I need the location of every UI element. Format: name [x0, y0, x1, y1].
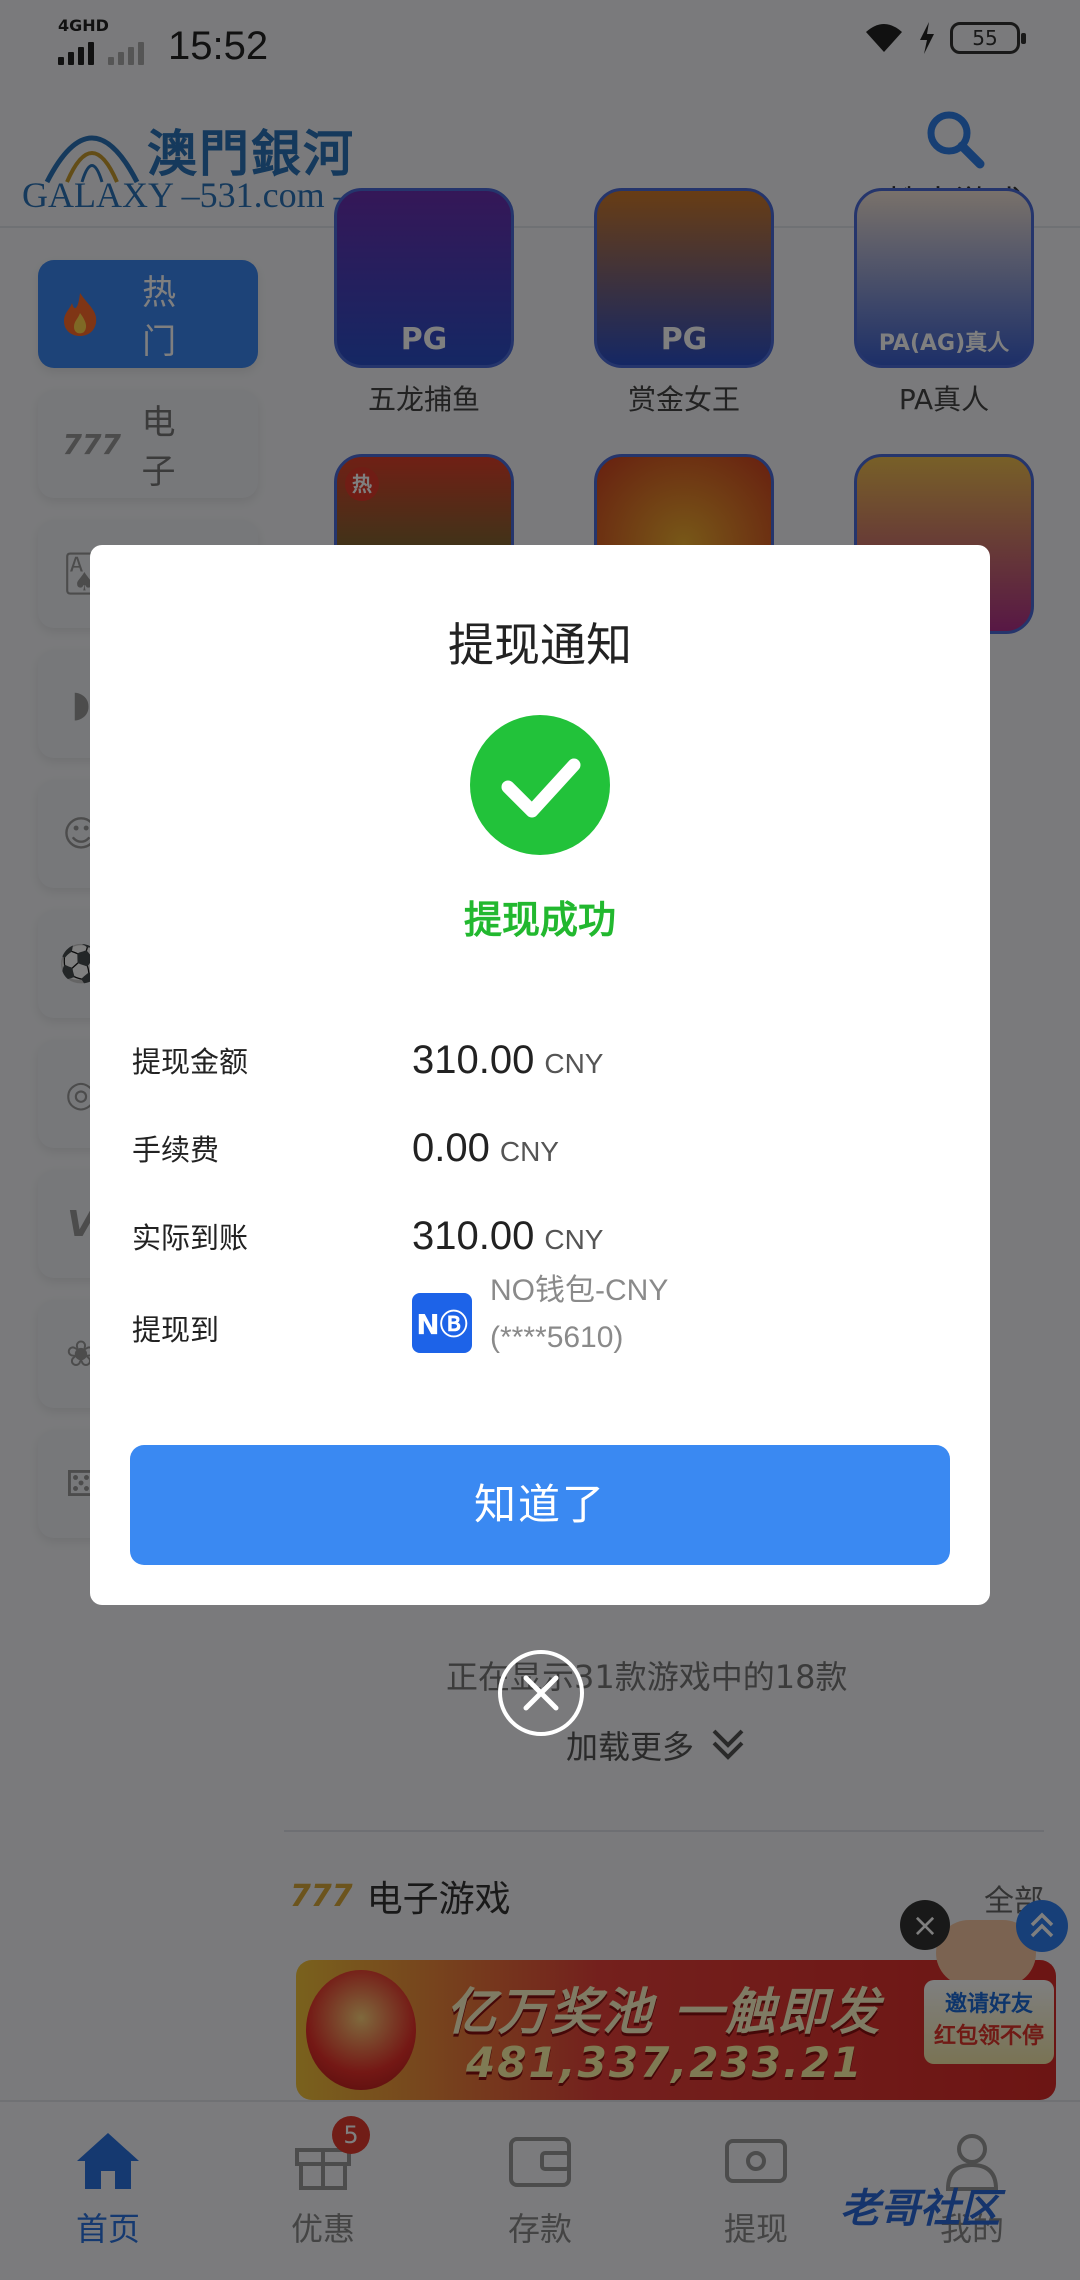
got-it-button[interactable]: 知道了 — [130, 1445, 950, 1565]
row-label: 提现金额 — [132, 1045, 249, 1079]
row-value: 310.00 — [412, 1213, 535, 1258]
amount-row: 提现金额 310.00 CNY — [132, 1025, 952, 1095]
wallet-account: (****5610) — [490, 1321, 624, 1354]
received-row: 实际到账 310.00 CNY — [132, 1201, 952, 1271]
wallet-name: NO钱包-CNY — [490, 1274, 669, 1307]
row-label: 手续费 — [132, 1133, 220, 1167]
row-unit: CNY — [499, 1136, 559, 1167]
withdrawal-notice-dialog: 提现通知 提现成功 提现金额 310.00 CNY 手续费 0.00 CNY 实… — [90, 545, 990, 1605]
fee-row: 手续费 0.00 CNY — [132, 1113, 952, 1183]
dialog-title: 提现通知 — [448, 618, 632, 672]
row-unit: CNY — [544, 1224, 604, 1255]
success-check-icon — [470, 715, 610, 855]
withdraw-to-label: 提现到 — [132, 1313, 220, 1347]
wallet-logo-icon: NⒷ — [412, 1293, 472, 1353]
row-value: 310.00 — [412, 1037, 535, 1082]
success-status: 提现成功 — [463, 898, 616, 942]
close-icon — [523, 1675, 559, 1711]
row-value: 0.00 — [412, 1125, 490, 1170]
row-unit: CNY — [544, 1048, 604, 1079]
close-dialog-button[interactable] — [498, 1650, 584, 1736]
row-label: 实际到账 — [132, 1221, 249, 1255]
withdraw-to-row: 提现到 NⒷ NO钱包-CNY (****5610) — [132, 1265, 952, 1385]
